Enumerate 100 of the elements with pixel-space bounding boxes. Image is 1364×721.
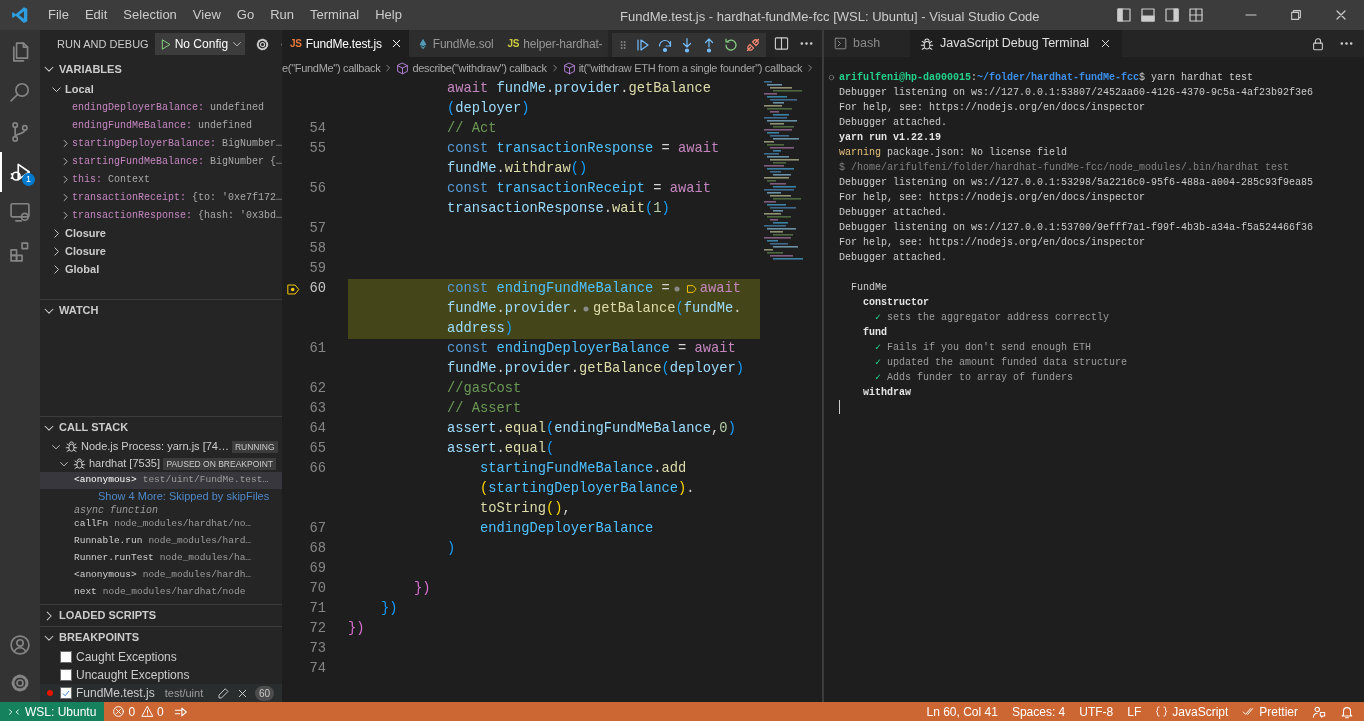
- section-header[interactable]: LOADED SCRIPTS: [59, 607, 157, 624]
- variable-value: {to: '0xe7f172…: [192, 190, 282, 205]
- session-label[interactable]: Node.js Process: yarn.js [74…: [81, 438, 229, 455]
- terminal-line: Debugger attached.: [839, 116, 948, 130]
- menu-item[interactable]: Help: [367, 2, 410, 28]
- terminal-line: ✓ Fails if you don't send enough ETH: [874, 341, 1092, 355]
- skipped-frames-link[interactable]: Show 4 More: Skipped by skipFiles: [98, 488, 270, 505]
- breakpoint-label: Caught Exceptions: [76, 649, 177, 666]
- terminal-line: arifulfeni@hp-da000015:~/folder/hardhat-fundMe-fcc$ yarn hardhat test: [839, 71, 1254, 85]
- status-item[interactable]: UTF-8: [1079, 702, 1114, 721]
- variable-value: BigNumber {…: [210, 154, 282, 169]
- scope-label[interactable]: Closure: [65, 242, 106, 260]
- menu-item[interactable]: View: [184, 2, 229, 28]
- breakpoint-label: FundMe.test.js: [76, 685, 155, 702]
- section-header[interactable]: CALL STACK: [59, 419, 129, 436]
- line-number: 54: [308, 119, 326, 138]
- line-number: 67: [308, 519, 326, 538]
- variable-name: transactionReceipt:: [72, 190, 187, 205]
- status-item[interactable]: LF: [1127, 702, 1142, 721]
- terminal-line: $ /home/arifulfeni/folder/hardhat-fundMe-fcc/node_modules/.bin/hardhat test: [839, 161, 1290, 175]
- menu-item[interactable]: Terminal: [302, 2, 368, 28]
- code-line: address): [447, 319, 514, 338]
- variable-name: endingDeployerBalance:: [72, 100, 205, 115]
- line-number: 58: [308, 239, 326, 258]
- editor-tab[interactable]: JS FundMe.test.js: [282, 30, 409, 57]
- code-line: toString(),: [480, 499, 571, 518]
- line-number: 71: [308, 599, 326, 618]
- variable-name: startingFundMeBalance:: [72, 154, 205, 169]
- js-file-icon: JS: [507, 36, 520, 51]
- status-badge: RUNNING: [231, 440, 278, 453]
- menu-item[interactable]: Edit: [76, 2, 116, 28]
- line-number: 57: [308, 219, 326, 238]
- terminal-line: warning package.json: No license field: [839, 146, 1068, 160]
- notification-badge: 1: [22, 173, 35, 186]
- line-number: 62: [308, 379, 326, 398]
- terminal-line: yarn run v1.22.19: [839, 131, 942, 145]
- code-line: fundMe.withdraw(): [447, 159, 588, 178]
- terminal-tab[interactable]: bash: [824, 30, 910, 57]
- variable-name: startingDeployerBalance:: [72, 136, 217, 151]
- line-number: 64: [308, 419, 326, 438]
- terminal-line: Debugger attached.: [839, 206, 948, 220]
- breadcrumb-item[interactable]: e("FundMe") callback: [282, 59, 381, 77]
- terminal-tab[interactable]: JavaScript Debug Terminal: [910, 30, 1123, 57]
- line-number: 60: [308, 279, 326, 298]
- code-line: await fundMe.provider.getBalance: [447, 79, 712, 98]
- editor-tab[interactable]: JS helper-hardhat-: [499, 30, 609, 57]
- status-item[interactable]: Ln 60, Col 41: [926, 702, 998, 721]
- terminal-line: ✓ updated the amount funded data structure: [874, 356, 1128, 370]
- code-line: transactionResponse.wait(1): [447, 199, 670, 218]
- menu-item[interactable]: Run: [262, 2, 302, 28]
- section-header[interactable]: VARIABLES: [59, 60, 122, 78]
- terminal-line: FundMe: [850, 281, 887, 295]
- scope-label[interactable]: Local: [65, 80, 94, 98]
- section-header[interactable]: WATCH: [59, 302, 99, 319]
- remote-indicator[interactable]: WSL: Ubuntu: [0, 702, 105, 721]
- terminal-line: Debugger listening on ws://127.0.0.1:53298/5a2216c0-95f6-488a-a004-285c93f9ea85: [839, 176, 1314, 190]
- status-item[interactable]: Spaces: 4: [1011, 702, 1066, 721]
- variable-value: {hash: '0x3bd…: [198, 208, 282, 223]
- code-line: fundMe.provider.getBalance(deployer): [447, 359, 745, 378]
- problems-indicator[interactable]: 0 0: [104, 702, 172, 721]
- language-mode[interactable]: JavaScript: [1155, 702, 1229, 721]
- scope-label[interactable]: Closure: [65, 224, 106, 242]
- breakpoint-label: Uncaught Exceptions: [76, 667, 190, 684]
- editor-tab[interactable]: FundMe.sol: [408, 30, 500, 57]
- variable-name: this:: [72, 172, 102, 187]
- menu-item[interactable]: File: [40, 2, 77, 28]
- code-line: // Assert: [447, 399, 522, 418]
- line-number: 69: [308, 559, 326, 578]
- terminal-line: Debugger listening on ws://127.0.0.1:53807/2452aa60-4126-4370-9c5a-4af23b92f3e6: [839, 86, 1314, 100]
- terminal-line: For help, see: https://nodejs.org/en/docs/inspector: [839, 191, 1146, 205]
- line-number: 59: [308, 259, 326, 278]
- line-number: 72: [308, 619, 326, 638]
- breakpoint-path: test/uint: [164, 685, 204, 701]
- code-line: const transactionReceipt = await: [447, 179, 712, 198]
- line-number: 70: [308, 579, 326, 598]
- variable-value: undefined: [198, 118, 253, 133]
- section-header[interactable]: BREAKPOINTS: [59, 629, 140, 646]
- line-number: 68: [308, 539, 326, 558]
- breadcrumb-item[interactable]: it("withdraw ETH from a single founder") callback: [578, 59, 803, 77]
- line-number: 65: [308, 439, 326, 458]
- frame-group-label: async function: [74, 503, 158, 518]
- formatter-status[interactable]: Prettier: [1242, 702, 1298, 721]
- breadcrumb-item[interactable]: describe("withdraw") callback: [412, 59, 547, 77]
- scope-label[interactable]: Global: [65, 260, 100, 278]
- terminal-line: Debugger attached.: [839, 251, 948, 265]
- terminal-line: ✓ sets the aggregator address correctly: [874, 311, 1110, 325]
- variable-value: BigNumber…: [222, 136, 282, 151]
- terminal-line: Debugger listening on ws://127.0.0.1:53700/9efff7a1-f99f-4b3b-a34a-f5a524466f36: [839, 221, 1314, 235]
- line-number: 55: [308, 139, 326, 158]
- code-line: const endingFundMeBalance =: [447, 279, 670, 298]
- menu-item[interactable]: Go: [228, 2, 263, 28]
- js-file-icon: JS: [290, 36, 302, 51]
- code-line: }): [414, 579, 431, 598]
- window-title: FundMe.test.js - hardhat-fundMe-fcc [WSL: Ubuntu] - Visual Studio Code: [620, 8, 1040, 26]
- stack-frame[interactable]: <anonymous> test/uint/FundMe.test…: [40, 472, 282, 489]
- line-number: 74: [308, 659, 326, 678]
- session-label[interactable]: hardhat [7535]: [89, 455, 160, 472]
- configuration-dropdown[interactable]: No Config: [154, 33, 246, 55]
- code-line: const endingDeployerBalance = await: [447, 339, 736, 358]
- menu-item[interactable]: Selection: [115, 2, 185, 28]
